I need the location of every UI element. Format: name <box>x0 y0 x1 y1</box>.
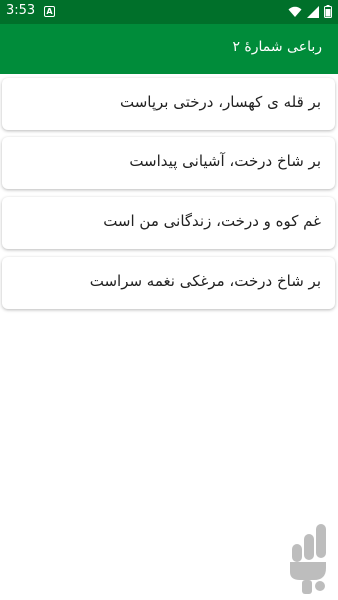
verse-text: بر شاخ درخت، آشیانی پیداست <box>129 152 321 170</box>
signal-icon <box>307 5 319 18</box>
app-bar: رباعی شمارهٔ ۲ <box>0 24 338 74</box>
status-icons <box>288 5 332 18</box>
status-bar: 3:53 A <box>0 0 338 24</box>
app-logo-icon <box>290 524 326 594</box>
notification-icon: A <box>44 6 55 17</box>
verse-text: بر قله ی کهسار، درختی برپاست <box>119 93 321 111</box>
verse-text: غم کوه و درخت، زندگانی من است <box>103 212 321 230</box>
page-title: رباعی شمارهٔ ۲ <box>232 39 322 55</box>
status-time: 3:53 <box>6 3 36 18</box>
list-item[interactable]: غم کوه و درخت، زندگانی من است <box>2 197 335 249</box>
list-item[interactable]: بر قله ی کهسار، درختی برپاست <box>2 78 335 130</box>
list-item[interactable]: بر شاخ درخت، مرغکی نغمه سراست <box>2 257 335 309</box>
battery-icon <box>324 5 332 18</box>
verse-text: بر شاخ درخت، مرغکی نغمه سراست <box>89 272 321 290</box>
list-item[interactable]: بر شاخ درخت، آشیانی پیداست <box>2 137 335 189</box>
wifi-icon <box>288 6 302 17</box>
